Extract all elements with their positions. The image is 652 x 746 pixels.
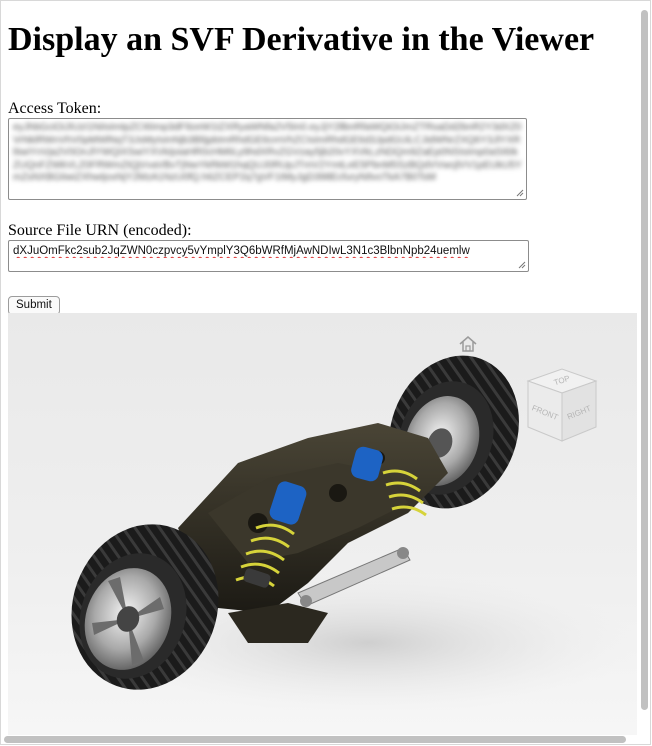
resize-handle-icon[interactable] [516, 189, 524, 197]
home-icon[interactable] [457, 334, 479, 354]
page-content: Display an SVF Derivative in the Viewer … [8, 0, 636, 315]
viewcube[interactable]: TOP FRONT RIGHT [520, 363, 604, 447]
resize-handle-icon[interactable] [518, 261, 526, 269]
access-token-value: eyJhbGciOiJIUzI1NiIsImtpZCI6Imp3dF9zeW1t… [13, 122, 522, 183]
urn-value: dXJuOmFkc2sub2JqZWN0czpvcy5vYmplY3Q6bWRf… [13, 245, 470, 257]
vertical-scrollbar[interactable] [640, 2, 649, 734]
urn-field[interactable]: dXJuOmFkc2sub2JqZWN0czpvcy5vYmplY3Q6bWRf… [8, 240, 529, 272]
page-title: Display an SVF Derivative in the Viewer [8, 21, 595, 58]
scrollbar-thumb[interactable] [4, 736, 626, 743]
access-token-field[interactable]: eyJhbGciOiJIUzI1NiIsImtpZCI6Imp3dF9zeW1t… [8, 118, 527, 200]
horizontal-scrollbar[interactable] [2, 735, 638, 744]
urn-label: Source File URN (encoded): [8, 222, 192, 239]
access-token-label: Access Token: [8, 100, 102, 117]
scrollbar-thumb[interactable] [641, 10, 648, 710]
viewer-canvas[interactable]: TOP FRONT RIGHT [8, 313, 637, 735]
